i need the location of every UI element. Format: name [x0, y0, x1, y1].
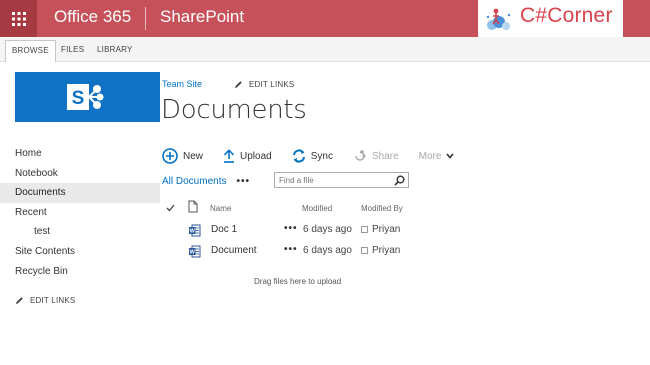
nav-item-test[interactable]: test — [0, 222, 160, 242]
new-label: New — [183, 150, 204, 162]
row-menu-button[interactable]: ••• — [284, 244, 298, 255]
drag-drop-hint: Drag files here to upload — [254, 277, 342, 286]
csharp-corner-wordmark: C#Corner — [520, 4, 613, 27]
share-label: Share — [371, 150, 399, 162]
doc-name-link[interactable]: Document — [211, 245, 257, 256]
ribbon-tab-browse[interactable]: BROWSE — [5, 40, 56, 62]
app-launcher-button[interactable] — [0, 0, 37, 37]
find-file-box[interactable] — [274, 172, 409, 188]
upload-button[interactable]: Upload — [223, 146, 272, 166]
nav-item-home[interactable]: Home — [0, 144, 160, 164]
column-header-modified-by[interactable]: Modified By — [361, 204, 403, 213]
word-document-icon: W — [189, 224, 201, 237]
sharepoint-app-name[interactable]: SharePoint — [160, 7, 244, 27]
nav-item-site-contents[interactable]: Site Contents — [0, 242, 160, 262]
office365-brand[interactable]: Office 365 — [54, 7, 131, 27]
plus-circle-icon — [162, 148, 178, 164]
nav-item-documents[interactable]: Documents — [0, 183, 160, 203]
csharp-corner-emblem-icon — [486, 8, 511, 30]
share-button[interactable]: Share — [353, 146, 399, 166]
nav-item-notebook[interactable]: Notebook — [0, 164, 160, 184]
share-icon — [355, 150, 366, 161]
pencil-icon — [16, 297, 23, 304]
view-bar: All Documents ••• — [162, 172, 409, 190]
checkmark-icon[interactable] — [166, 204, 175, 212]
edit-links-nav-button[interactable]: EDIT LINKS — [15, 296, 75, 305]
edit-links-top-label: EDIT LINKS — [249, 80, 295, 89]
suite-divider — [145, 7, 146, 30]
nav-item-recycle-bin[interactable]: Recycle Bin — [0, 262, 160, 282]
command-bar: New Upload Sync Share More — [162, 146, 474, 166]
presence-icon — [361, 247, 368, 254]
modified-by[interactable]: Priyan — [361, 224, 400, 235]
sync-button[interactable]: Sync — [292, 146, 333, 166]
svg-text:S: S — [72, 88, 85, 109]
more-button[interactable]: More — [419, 146, 455, 166]
table-row[interactable]: W Document ••• 6 days ago Priyan — [162, 242, 462, 262]
upload-label: Upload — [240, 150, 272, 162]
page-title: Documents — [161, 95, 307, 125]
modified-by-name: Priyan — [372, 245, 401, 256]
nav-item-recent[interactable]: Recent — [0, 203, 160, 223]
sync-label: Sync — [310, 150, 333, 162]
left-navigation: Home Notebook Documents Recent test Site… — [0, 144, 160, 281]
document-type-icon — [188, 200, 198, 213]
more-label: More — [418, 150, 442, 162]
sync-icon — [292, 149, 305, 163]
column-header-modified[interactable]: Modified — [302, 204, 332, 213]
svg-text:W: W — [190, 229, 196, 235]
site-logo[interactable]: S — [15, 72, 160, 122]
modified-by-name: Priyan — [372, 224, 401, 235]
modified-date: 6 days ago — [303, 245, 352, 256]
sharepoint-logo-icon: S — [67, 84, 104, 110]
edit-links-top-button[interactable]: EDIT LINKS — [234, 80, 294, 89]
modified-date: 6 days ago — [303, 224, 352, 235]
presence-icon — [361, 226, 368, 233]
ribbon-tab-files[interactable]: FILES — [55, 40, 90, 62]
edit-links-nav-label: EDIT LINKS — [30, 296, 76, 305]
ribbon: BROWSE FILES LIBRARY — [0, 37, 650, 62]
modified-by[interactable]: Priyan — [361, 245, 400, 256]
row-menu-button[interactable]: ••• — [284, 223, 298, 234]
doc-name-link[interactable]: Doc 1 — [211, 224, 237, 235]
waffle-icon — [11, 11, 26, 26]
table-row[interactable]: W Doc 1 ••• 6 days ago Priyan — [162, 221, 462, 241]
suite-bar: Office 365 SharePoint C#Corner — [0, 0, 650, 37]
upload-arrow-icon — [223, 149, 235, 163]
column-header-name[interactable]: Name — [210, 204, 231, 213]
csharp-corner-logo: C#Corner — [478, 0, 623, 37]
ribbon-tab-library[interactable]: LIBRARY — [91, 40, 139, 62]
chevron-down-icon — [446, 153, 455, 159]
breadcrumb-team-site[interactable]: Team Site — [162, 79, 202, 89]
search-input[interactable] — [275, 173, 385, 187]
pencil-icon — [235, 81, 242, 88]
search-icon[interactable] — [394, 175, 405, 186]
view-more-button[interactable]: ••• — [236, 176, 250, 187]
word-document-icon: W — [189, 245, 201, 258]
svg-text:W: W — [190, 250, 196, 256]
new-button[interactable]: New — [162, 146, 203, 166]
view-all-documents[interactable]: All Documents — [162, 176, 226, 187]
